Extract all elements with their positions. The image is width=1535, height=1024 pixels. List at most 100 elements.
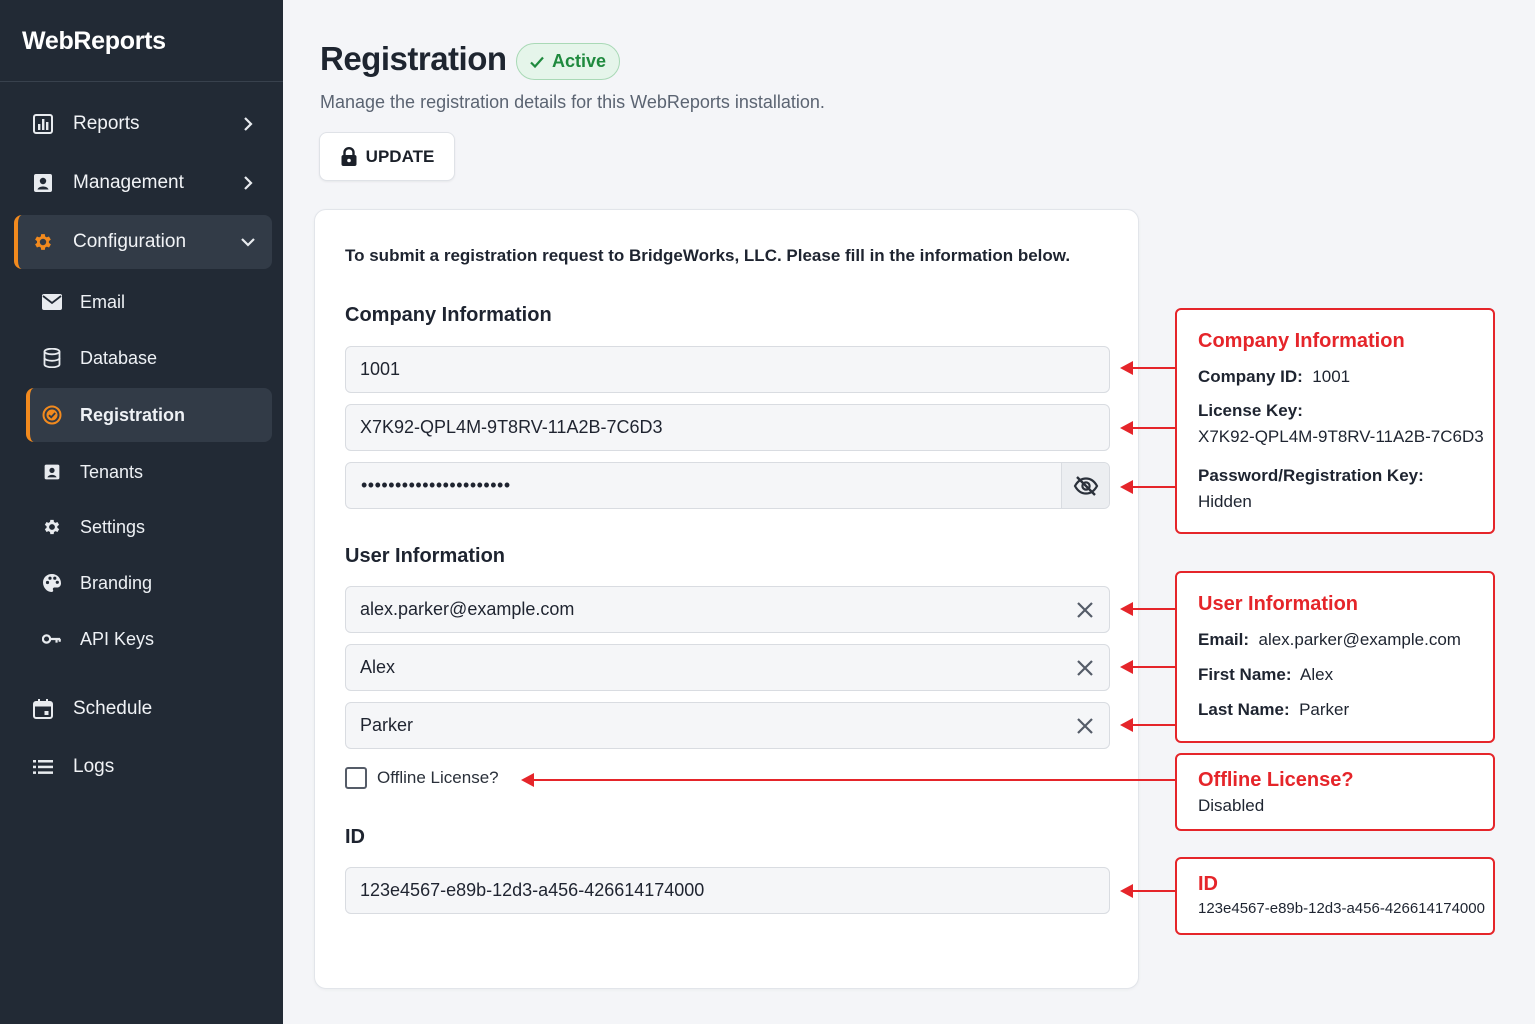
sidebar-item-label: API Keys bbox=[80, 628, 155, 649]
sidebar-item-email[interactable]: Email bbox=[26, 275, 272, 329]
user-info-title: User Information bbox=[345, 545, 506, 567]
clear-icon[interactable] bbox=[1075, 600, 1095, 620]
sidebar-item-management[interactable]: Management bbox=[14, 156, 272, 210]
sidebar-item-label: Reports bbox=[73, 113, 140, 134]
eye-off-icon bbox=[1073, 475, 1098, 496]
company-id-input[interactable] bbox=[346, 347, 1109, 392]
gear-icon bbox=[32, 231, 54, 253]
page-subtitle: Manage the registration details for this… bbox=[320, 92, 825, 112]
annotation-arrow bbox=[521, 773, 1176, 787]
check-circle-icon bbox=[42, 405, 62, 425]
callout-email: Email: alex.parker@example.com bbox=[1198, 630, 1461, 649]
sidebar-item-schedule[interactable]: Schedule bbox=[14, 682, 272, 736]
id-title: ID bbox=[345, 826, 365, 848]
status-badge-label: Active bbox=[552, 51, 607, 71]
clear-icon[interactable] bbox=[1075, 716, 1095, 736]
sidebar-item-label: Registration bbox=[80, 404, 186, 425]
sidebar-item-settings[interactable]: Settings bbox=[26, 500, 272, 554]
callout-last-name: Last Name: Parker bbox=[1198, 700, 1350, 719]
id-input[interactable] bbox=[346, 868, 1109, 913]
callout-password-label: Password/Registration Key: bbox=[1198, 466, 1424, 485]
company-id-field[interactable] bbox=[345, 346, 1110, 393]
last-name-input[interactable] bbox=[346, 703, 1109, 748]
form-intro: To submit a registration request to Brid… bbox=[345, 246, 1071, 265]
callout-title: Company Information bbox=[1198, 330, 1405, 352]
annotation-arrow bbox=[1120, 361, 1176, 375]
sidebar-item-label: Branding bbox=[80, 572, 153, 593]
check-icon bbox=[530, 56, 544, 68]
envelope-icon bbox=[42, 292, 62, 312]
update-button-label: UPDATE bbox=[365, 146, 435, 166]
sidebar-item-api-keys[interactable]: API Keys bbox=[26, 612, 272, 666]
chevron-right-icon bbox=[244, 117, 253, 131]
sidebar-item-label: Database bbox=[80, 347, 158, 368]
status-badge: Active bbox=[516, 43, 621, 80]
sidebar-item-label: Logs bbox=[73, 756, 115, 777]
sidebar-item-logs[interactable]: Logs bbox=[14, 740, 272, 794]
annotation-arrow bbox=[1120, 660, 1176, 674]
callout-password-value: Hidden bbox=[1198, 492, 1252, 511]
update-button[interactable]: UPDATE bbox=[319, 132, 455, 181]
sidebar-item-label: Configuration bbox=[73, 231, 187, 252]
lock-icon bbox=[341, 146, 357, 166]
id-badge-icon bbox=[42, 462, 62, 482]
key-icon bbox=[42, 629, 62, 649]
calendar-icon bbox=[32, 698, 54, 720]
callout-offline-value: Disabled bbox=[1198, 796, 1265, 815]
database-icon bbox=[42, 348, 62, 368]
sidebar-item-reports[interactable]: Reports bbox=[14, 97, 272, 151]
user-info-callout: User Information Email: alex.parker@exam… bbox=[1175, 571, 1495, 743]
license-key-input[interactable] bbox=[346, 405, 1109, 450]
callout-id-value: 123e4567-e89b-12d3-a456-426614174000 bbox=[1198, 900, 1485, 917]
callout-title: ID bbox=[1198, 873, 1218, 895]
sidebar-item-tenants[interactable]: Tenants bbox=[26, 445, 272, 499]
callout-first-name: First Name: Alex bbox=[1198, 665, 1334, 684]
gear-icon bbox=[42, 517, 62, 537]
callout-license-key: X7K92-QPL4M-9T8RV-11A2B-7C6D3 bbox=[1198, 427, 1484, 446]
first-name-input[interactable] bbox=[346, 645, 1109, 690]
sidebar-item-database[interactable]: Database bbox=[26, 331, 272, 385]
annotation-arrow bbox=[1120, 480, 1176, 494]
sidebar-item-label: Schedule bbox=[73, 698, 153, 719]
password-input[interactable]: •••••••••••••••••••••• bbox=[346, 475, 1061, 496]
offline-license-callout: Offline License? Disabled bbox=[1175, 753, 1495, 831]
callout-title: User Information bbox=[1198, 593, 1359, 615]
chevron-down-icon bbox=[241, 238, 255, 247]
sidebar-item-label: Settings bbox=[80, 516, 146, 537]
list-icon bbox=[32, 756, 54, 778]
registration-form-card: To submit a registration request to Brid… bbox=[314, 209, 1139, 989]
offline-license-label: Offline License? bbox=[377, 768, 499, 787]
palette-icon bbox=[42, 573, 62, 593]
offline-license-row[interactable]: Offline License? bbox=[345, 767, 499, 789]
bar-chart-icon bbox=[32, 113, 54, 135]
license-key-field[interactable] bbox=[345, 404, 1110, 451]
annotation-arrow bbox=[1120, 421, 1176, 435]
toggle-password-visibility-button[interactable] bbox=[1061, 463, 1109, 508]
callout-company-id: Company ID: 1001 bbox=[1198, 367, 1351, 386]
app-brand: WebReports bbox=[0, 0, 283, 82]
offline-license-checkbox[interactable] bbox=[345, 767, 367, 789]
clear-icon[interactable] bbox=[1075, 658, 1095, 678]
id-field[interactable] bbox=[345, 867, 1110, 914]
sidebar: WebReports Reports Management Configurat… bbox=[0, 0, 283, 1024]
sidebar-item-label: Email bbox=[80, 291, 126, 312]
sidebar-item-registration[interactable]: Registration bbox=[26, 388, 272, 442]
annotation-arrow bbox=[1120, 602, 1176, 616]
annotation-arrow bbox=[1120, 718, 1176, 732]
last-name-field[interactable] bbox=[345, 702, 1110, 749]
sidebar-item-configuration[interactable]: Configuration bbox=[14, 215, 272, 269]
email-field[interactable] bbox=[345, 586, 1110, 633]
sidebar-item-label: Tenants bbox=[80, 461, 144, 482]
callout-title: Offline License? bbox=[1198, 769, 1354, 791]
company-info-title: Company Information bbox=[345, 304, 552, 326]
first-name-field[interactable] bbox=[345, 644, 1110, 691]
callout-license-key-label: License Key: bbox=[1198, 401, 1303, 420]
id-callout: ID 123e4567-e89b-12d3-a456-426614174000 bbox=[1175, 857, 1495, 935]
password-field[interactable]: •••••••••••••••••••••• bbox=[345, 462, 1110, 509]
sidebar-item-branding[interactable]: Branding bbox=[26, 556, 272, 610]
page-title: Registration bbox=[320, 40, 507, 77]
annotation-arrow bbox=[1120, 884, 1176, 898]
sidebar-item-label: Management bbox=[73, 172, 184, 193]
email-input[interactable] bbox=[346, 587, 1109, 632]
company-info-callout: Company Information Company ID: 1001 Lic… bbox=[1175, 308, 1495, 534]
